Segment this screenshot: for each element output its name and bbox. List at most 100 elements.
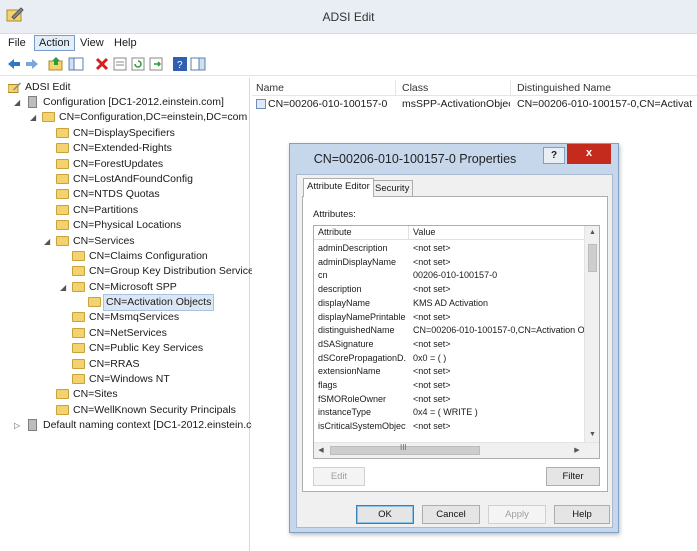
column-separator[interactable] — [408, 226, 409, 240]
attribute-name: description — [318, 284, 362, 295]
title-bar: ADSI Edit — [0, 0, 697, 34]
show-hide-tree-icon[interactable] — [68, 56, 84, 72]
attribute-value: <not set> — [413, 421, 451, 432]
attribute-value: 0x4 = ( WRITE ) — [413, 407, 478, 418]
attribute-value: KMS AD Activation — [413, 297, 489, 308]
svg-text:?: ? — [177, 60, 183, 71]
list-item-name: CN=00206-010-100157-0 — [268, 98, 388, 110]
scroll-right-icon[interactable]: ▶ — [570, 443, 584, 458]
scroll-left-icon[interactable]: ◀ — [314, 443, 328, 458]
list-item[interactable]: CN=00206-010-100157-0 msSPP-ActivationOb… — [252, 97, 697, 112]
attribute-row[interactable]: displayNamePrintable <not set> — [314, 311, 585, 324]
attribute-value: <not set> — [413, 284, 451, 295]
attribute-name: adminDescription — [318, 243, 388, 253]
folder-icon — [56, 174, 69, 184]
attribute-value: <not set> — [413, 338, 451, 349]
cancel-button[interactable]: Cancel — [422, 505, 480, 524]
expanded-arrow-icon[interactable]: ◢ — [30, 110, 40, 125]
folder-icon — [56, 205, 69, 215]
expanded-arrow-icon[interactable]: ◢ — [60, 280, 70, 295]
attribute-row[interactable]: fSMORoleOwner <not set> — [314, 393, 585, 406]
column-header-distinguished-name[interactable]: Distinguished Name — [517, 82, 611, 94]
attribute-row[interactable]: dSASignature <not set> — [314, 338, 585, 351]
grid-header: Attribute Value — [314, 226, 585, 240]
dialog-title: CN=00206-010-100157-0 Properties — [313, 152, 517, 166]
column-separator[interactable] — [395, 80, 396, 96]
dialog-help-button[interactable]: ? — [543, 147, 565, 164]
attribute-row[interactable]: cn 00206-010-100157-0 — [314, 269, 585, 282]
menu-help[interactable]: Help — [110, 36, 141, 50]
folder-icon — [56, 189, 69, 199]
menu-view[interactable]: View — [76, 36, 108, 50]
column-header-name[interactable]: Name — [256, 82, 284, 94]
attribute-name: dSCorePropagationD... — [318, 352, 406, 363]
attribute-row[interactable]: dSCorePropagationD... 0x0 = ( ) — [314, 352, 585, 365]
back-arrow-icon[interactable] — [6, 56, 22, 72]
folder-icon — [56, 405, 69, 415]
attribute-row[interactable]: instanceType 0x4 = ( WRITE ) — [314, 406, 585, 419]
ok-button[interactable]: OK — [356, 505, 414, 524]
window-title: ADSI Edit — [322, 10, 375, 24]
folder-icon — [72, 282, 85, 292]
dialog-body: Attribute Editor Security Attributes: At… — [296, 174, 613, 528]
export-list-icon[interactable] — [148, 56, 164, 72]
expanded-arrow-icon[interactable]: ◢ — [14, 95, 24, 110]
attribute-row[interactable]: extensionName <not set> — [314, 365, 585, 378]
attribute-row[interactable]: distinguishedName CN=00206-010-100157-0,C… — [314, 324, 585, 337]
attribute-name: cn — [318, 270, 328, 281]
attribute-value: <not set> — [413, 311, 451, 322]
menu-file[interactable]: File — [4, 36, 30, 50]
attribute-name: flags — [318, 380, 338, 390]
scroll-up-icon[interactable]: ▲ — [585, 226, 599, 240]
scroll-thumb[interactable] — [588, 244, 597, 272]
attribute-row[interactable]: adminDescription <not set> — [314, 242, 585, 255]
apply-button[interactable]: Apply — [488, 505, 546, 524]
folder-icon — [56, 159, 69, 169]
attribute-value: <not set> — [413, 366, 451, 377]
filter-button[interactable]: Filter — [546, 467, 600, 486]
expanded-arrow-icon[interactable]: ◢ — [44, 234, 54, 249]
help-icon[interactable]: ? — [172, 56, 188, 72]
properties-icon[interactable] — [112, 56, 128, 72]
attribute-row[interactable]: flags <not set> — [314, 379, 585, 392]
attribute-value: <not set> — [413, 393, 451, 404]
refresh-icon[interactable] — [130, 56, 146, 72]
folder-icon — [88, 297, 101, 307]
attribute-row[interactable]: displayName KMS AD Activation — [314, 297, 585, 310]
tab-security[interactable]: Security — [371, 180, 414, 196]
folder-icon — [72, 328, 85, 338]
folder-icon — [72, 251, 85, 261]
folder-icon — [56, 128, 69, 138]
attribute-name: extensionName — [318, 366, 381, 377]
folder-icon — [72, 266, 85, 276]
toolbar: ? — [0, 52, 697, 76]
scroll-down-icon[interactable]: ▼ — [585, 428, 599, 442]
list-header: Name Class Distinguished Name — [252, 80, 697, 96]
up-folder-icon[interactable] — [48, 56, 64, 72]
horizontal-scrollbar[interactable]: ◀ III ▶ — [314, 442, 599, 458]
attribute-row[interactable]: adminDisplayName <not set> — [314, 256, 585, 269]
column-header-attribute[interactable]: Attribute — [318, 227, 352, 237]
forward-arrow-icon[interactable] — [24, 56, 40, 72]
server-icon — [28, 419, 37, 431]
column-header-class[interactable]: Class — [402, 82, 428, 94]
dialog-close-button[interactable]: x — [567, 144, 611, 164]
collapsed-arrow-icon[interactable]: ▷ — [14, 418, 24, 433]
attribute-row[interactable]: description <not set> — [314, 283, 585, 296]
delete-icon[interactable] — [94, 56, 110, 72]
column-separator[interactable] — [510, 80, 511, 96]
column-header-value[interactable]: Value — [413, 227, 435, 237]
attribute-row[interactable]: isCriticalSystemObject <not set> — [314, 420, 585, 433]
edit-button[interactable]: Edit — [313, 467, 365, 486]
help-button[interactable]: Help — [554, 505, 610, 524]
attribute-value: <not set> — [413, 256, 451, 267]
menu-action[interactable]: Action — [34, 35, 75, 51]
attribute-name: displayName — [318, 297, 371, 308]
folder-icon — [72, 312, 85, 322]
vertical-scrollbar[interactable]: ▲ ▼ — [584, 226, 599, 442]
show-hide-action-pane-icon[interactable] — [190, 56, 206, 72]
attribute-name: isCriticalSystemObject — [318, 421, 406, 432]
tab-attribute-editor[interactable]: Attribute Editor — [303, 178, 374, 197]
folder-icon — [56, 389, 69, 399]
attribute-name: instanceType — [318, 407, 372, 418]
